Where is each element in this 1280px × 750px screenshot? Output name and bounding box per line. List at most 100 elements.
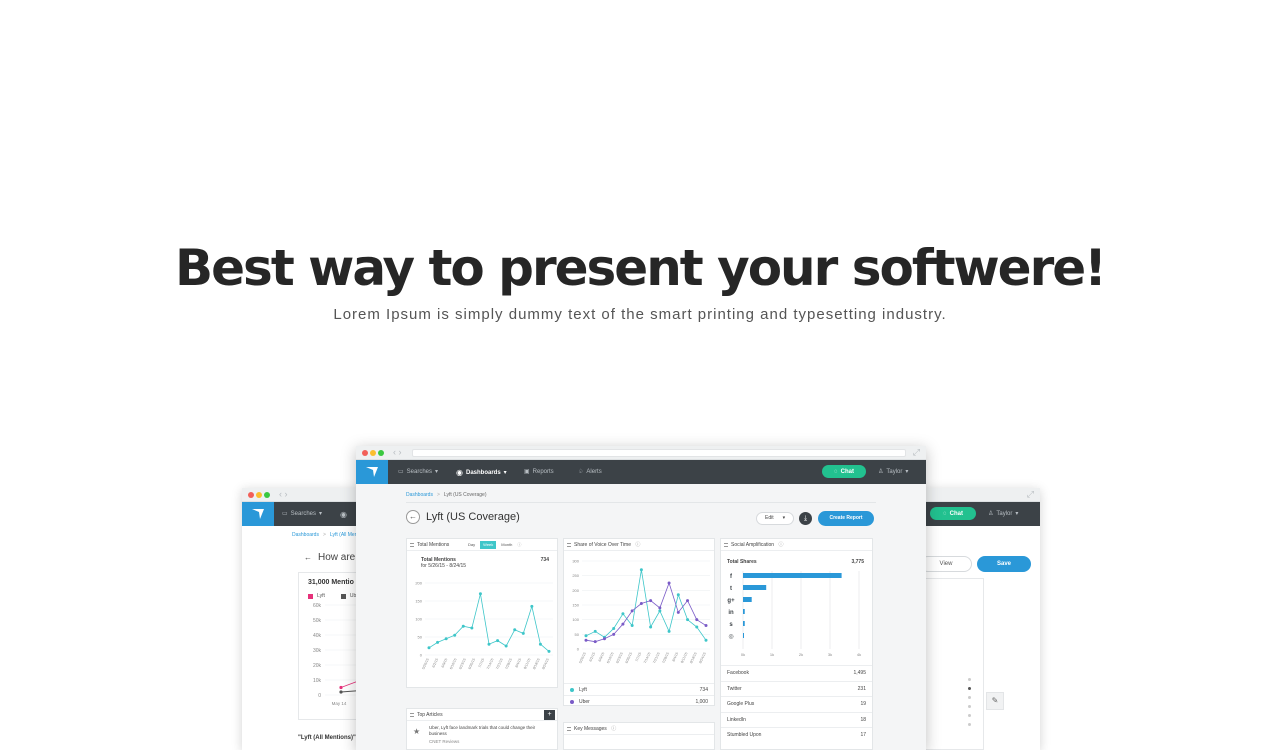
y-tick-label: 30k xyxy=(313,648,322,654)
nav-dashboards[interactable]: ◉ Dashboards ▾ xyxy=(456,468,507,477)
expand-icon[interactable]: ⤢ xyxy=(913,447,920,458)
info-icon[interactable]: ⓘ xyxy=(517,541,521,549)
x-tick-label: 1k xyxy=(770,652,774,657)
hero-subtitle: Lorem Ipsum is simply dummy text of the … xyxy=(333,306,947,323)
y-tick-label: 50k xyxy=(313,618,322,624)
info-icon[interactable]: ⓘ xyxy=(611,726,616,732)
tab-month[interactable]: Month xyxy=(498,541,515,549)
minimize-dot[interactable] xyxy=(256,492,262,498)
total-shares-label: Total Shares xyxy=(727,559,757,565)
drag-lines-icon[interactable] xyxy=(567,727,571,731)
nav-arrows-icon[interactable]: ‹ › xyxy=(279,489,288,499)
pencil-edit-icon[interactable]: ✎ xyxy=(986,692,1004,710)
nav-arrows-icon[interactable]: ‹ › xyxy=(393,447,402,457)
back-arrow-icon[interactable]: ← xyxy=(304,553,312,562)
social-network-row[interactable]: LinkedIn 18 xyxy=(721,711,872,728)
bar xyxy=(743,621,745,626)
panel-title: Total Mentions xyxy=(417,542,450,548)
social-network-row[interactable]: Twitter 231 xyxy=(721,680,872,697)
plus-icon: + xyxy=(547,711,552,718)
editor-panel xyxy=(920,578,984,750)
star-icon[interactable]: ★ xyxy=(413,727,420,736)
info-icon[interactable]: ⓘ xyxy=(778,542,783,548)
app-logo[interactable] xyxy=(242,502,274,526)
chat-button[interactable]: ◌ Chat xyxy=(822,465,866,478)
data-point xyxy=(658,606,662,610)
nav-reports[interactable]: ▣ Reports xyxy=(524,468,554,476)
data-point xyxy=(621,622,625,626)
data-point xyxy=(695,618,699,622)
linkedin-icon: in xyxy=(728,610,734,616)
y-tick-label: 250 xyxy=(572,573,579,578)
panel-header: Top Articles + xyxy=(407,709,557,721)
drag-lines-icon[interactable] xyxy=(567,543,571,547)
share-of-voice-chart: 300 250 200 150 100 50 05/26/15 6/2/15 6/9/15 6/1… xyxy=(572,559,710,664)
google-plus-icon: g+ xyxy=(727,598,735,604)
y-tick-label: 50 xyxy=(418,635,423,640)
breadcrumb-root[interactable]: Dashboards xyxy=(292,532,319,538)
social-bar-chart: 0k 1k 2k 3k 4k xyxy=(741,571,861,657)
chat-button[interactable]: ◌ Chat xyxy=(930,507,976,520)
close-dot[interactable] xyxy=(248,492,254,498)
data-point xyxy=(676,610,680,614)
chat-label: Chat xyxy=(840,468,854,475)
chevron-down-icon: ▾ xyxy=(782,515,786,521)
info-icon[interactable]: ⓘ xyxy=(635,542,640,548)
stumbleupon-icon: s xyxy=(729,622,733,628)
drag-lines-icon[interactable] xyxy=(410,543,414,547)
drag-lines-icon[interactable] xyxy=(724,543,728,547)
download-button[interactable]: ⤓ xyxy=(799,512,812,525)
x-tick-label: 6/30/15 xyxy=(624,652,633,664)
minimize-dot[interactable] xyxy=(370,450,376,456)
data-point xyxy=(667,629,671,633)
x-tick-label: 2k xyxy=(799,652,803,657)
nav-dashboards-icon[interactable]: ◉ xyxy=(340,510,347,519)
gauge-icon: ◉ xyxy=(340,510,347,519)
close-dot[interactable] xyxy=(362,450,368,456)
back-button[interactable]: ← xyxy=(406,510,420,524)
expand-icon[interactable]: ⤢ xyxy=(1027,489,1034,500)
user-name: Taylor xyxy=(886,468,903,475)
address-bar[interactable] xyxy=(412,449,906,457)
add-article-button[interactable]: + xyxy=(544,710,555,720)
social-network-row[interactable]: Facebook 1,495 xyxy=(721,665,872,681)
nav-searches[interactable]: ▭ Searches ▾ xyxy=(398,468,438,476)
x-tick-label: 8/11/15 xyxy=(680,652,688,664)
maximize-dot[interactable] xyxy=(264,492,270,498)
bar xyxy=(743,573,842,578)
data-point xyxy=(704,624,708,628)
tab-day[interactable]: Day xyxy=(465,541,478,549)
app-logo[interactable] xyxy=(356,460,388,484)
bar xyxy=(743,597,752,602)
social-network-row[interactable]: Google Plus 19 xyxy=(721,696,872,712)
drag-lines-icon[interactable] xyxy=(410,713,414,717)
drag-handle[interactable] xyxy=(968,678,971,750)
view-button[interactable]: View xyxy=(920,556,972,572)
social-network-row[interactable]: Stumbled Upon 17 xyxy=(721,727,872,743)
period-tabs: Day Week Month ⓘ xyxy=(465,541,521,549)
user-menu[interactable]: ♙ Taylor ▾ xyxy=(878,468,908,476)
y-tick-label: 200 xyxy=(415,581,422,586)
x-tick-label: 8/4/15 xyxy=(671,652,679,663)
y-tick-label: 300 xyxy=(572,559,579,564)
nav-alerts[interactable]: ♤ Alerts xyxy=(578,468,602,476)
panel-title: Key Messages xyxy=(574,726,607,732)
save-button[interactable]: Save xyxy=(977,556,1031,572)
total-shares-value: 3,775 xyxy=(851,559,864,565)
nav-searches[interactable]: ▭ Searches ▾ xyxy=(282,510,322,518)
data-point xyxy=(584,634,588,638)
user-menu[interactable]: ♙ Taylor ▾ xyxy=(988,510,1018,518)
x-tick-label: 6/23/15 xyxy=(615,652,624,664)
create-report-button[interactable]: Create Report xyxy=(818,511,874,526)
breadcrumb-root[interactable]: Dashboards xyxy=(406,492,433,498)
other-icon: ◎ xyxy=(728,634,734,640)
x-tick-label: 8/11/15 xyxy=(523,658,531,670)
search-box-icon: ▭ xyxy=(398,469,404,475)
top-articles-panel: Top Articles + ★ Uber, Lyft face landmar… xyxy=(406,708,558,750)
article-headline[interactable]: Uber, Lyft face landmark trials that cou… xyxy=(429,725,547,737)
panel-header: Total Mentions Day Week Month ⓘ xyxy=(407,539,557,551)
edit-dropdown[interactable]: Edit ▾ xyxy=(756,512,794,525)
facebook-icon: f xyxy=(730,574,732,580)
maximize-dot[interactable] xyxy=(378,450,384,456)
tab-week[interactable]: Week xyxy=(480,541,497,549)
